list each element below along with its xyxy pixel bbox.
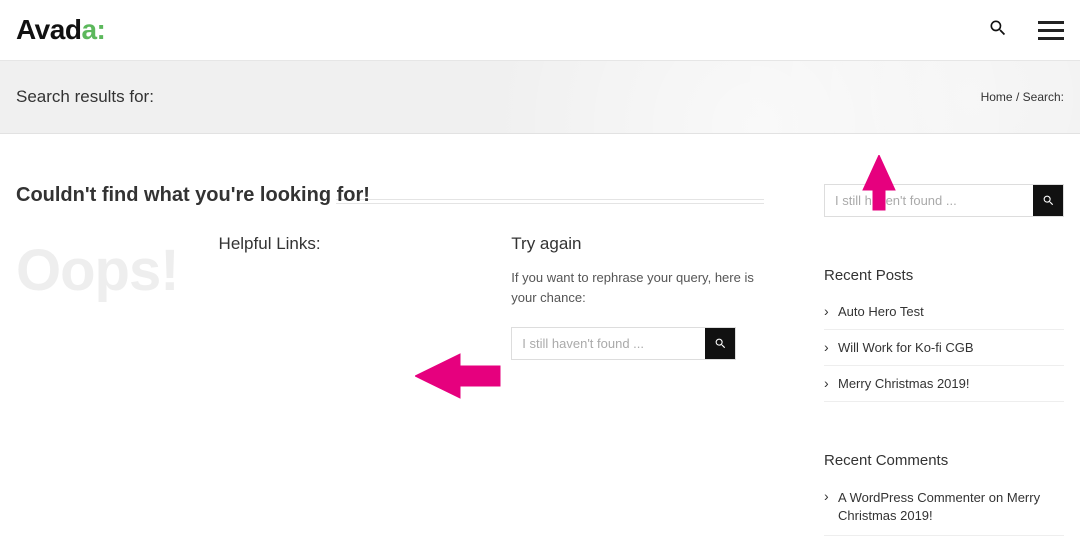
post-link[interactable]: Merry Christmas 2019! xyxy=(838,376,969,391)
logo-text-part2: a xyxy=(81,14,96,45)
oops-text: Oops! xyxy=(16,234,179,360)
comment-author-link[interactable]: A WordPress Commenter xyxy=(838,490,985,505)
breadcrumb-home[interactable]: Home xyxy=(981,90,1013,104)
site-header: Avada: xyxy=(0,0,1080,61)
list-item: Merry Christmas 2019! xyxy=(824,366,1064,402)
comment-on-text: on xyxy=(989,490,1003,505)
search-submit-button[interactable] xyxy=(1033,185,1063,216)
breadcrumb-sep: / xyxy=(1016,90,1019,104)
recent-comments-title: Recent Comments xyxy=(824,452,1064,469)
page-title-bar: Search results for: Home / Search: xyxy=(0,61,1080,134)
recent-posts-title: Recent Posts xyxy=(824,267,1064,284)
sidebar-search-form xyxy=(824,184,1064,217)
logo-text-part1: Avad xyxy=(16,14,81,45)
helpful-links-title: Helpful Links: xyxy=(219,234,472,254)
post-link[interactable]: Will Work for Ko-fi CGB xyxy=(838,340,974,355)
search-icon xyxy=(714,337,727,350)
recent-posts-widget: Recent Posts Auto Hero Test Will Work fo… xyxy=(824,267,1064,402)
post-link[interactable]: Auto Hero Test xyxy=(838,304,924,319)
search-icon[interactable] xyxy=(988,18,1008,43)
search-input[interactable] xyxy=(825,185,1033,216)
sidebar: Recent Posts Auto Hero Test Will Work fo… xyxy=(824,184,1064,536)
list-item: Auto Hero Test xyxy=(824,294,1064,330)
search-input[interactable] xyxy=(512,328,705,359)
hamburger-menu-icon[interactable] xyxy=(1038,21,1064,40)
header-right xyxy=(988,18,1064,43)
breadcrumb: Home / Search: xyxy=(981,90,1064,104)
heading-rule xyxy=(336,199,764,204)
breadcrumb-current: Search: xyxy=(1023,90,1064,104)
main-container: Couldn't find what you're looking for! O… xyxy=(0,134,1080,536)
main-content: Couldn't find what you're looking for! O… xyxy=(16,184,764,536)
recent-comments-list: A WordPress Commenter on Merry Christmas… xyxy=(824,479,1064,536)
try-again-title: Try again xyxy=(511,234,764,254)
page-title: Search results for: xyxy=(16,87,154,107)
recent-comments-widget: Recent Comments A WordPress Commenter on… xyxy=(824,452,1064,536)
logo-colon: : xyxy=(97,14,106,45)
search-submit-button[interactable] xyxy=(705,328,735,359)
list-item: A WordPress Commenter on Merry Christmas… xyxy=(824,479,1064,536)
list-item: Will Work for Ko-fi CGB xyxy=(824,330,1064,366)
content-search-form xyxy=(511,327,736,360)
helpful-links-column: Helpful Links: xyxy=(219,234,472,360)
recent-posts-list: Auto Hero Test Will Work for Ko-fi CGB M… xyxy=(824,294,1064,402)
try-again-description: If you want to rephrase your query, here… xyxy=(511,268,764,307)
search-icon xyxy=(1042,194,1055,207)
error-row: Oops! Helpful Links: Try again If you wa… xyxy=(16,234,764,360)
site-logo[interactable]: Avada: xyxy=(16,14,105,46)
try-again-column: Try again If you want to rephrase your q… xyxy=(511,234,764,360)
